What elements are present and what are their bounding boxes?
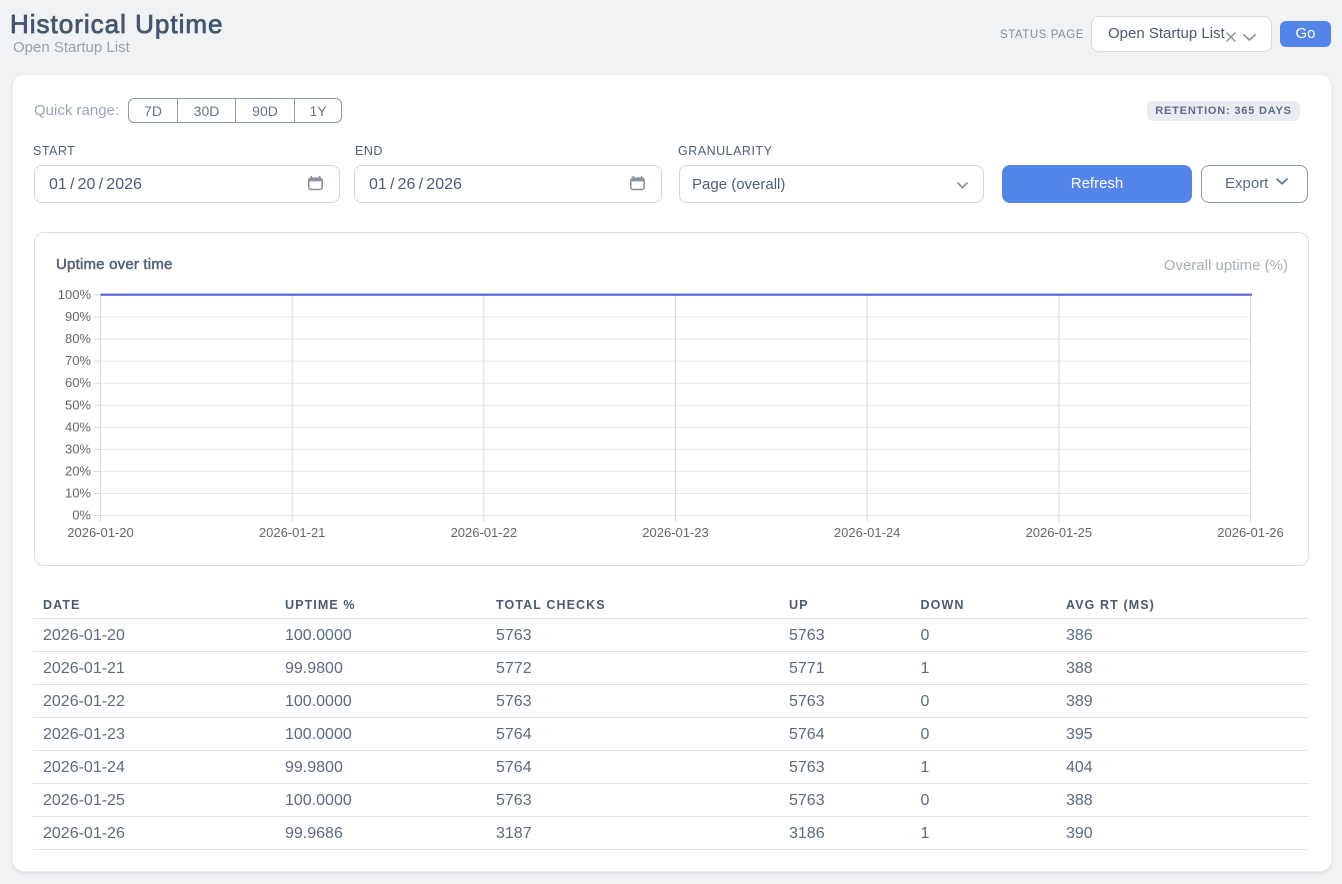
svg-text:70%: 70%: [65, 353, 91, 368]
svg-text:30%: 30%: [65, 441, 91, 456]
svg-text:2026-01-23: 2026-01-23: [642, 525, 709, 540]
svg-text:0%: 0%: [72, 508, 91, 523]
svg-text:2026-01-22: 2026-01-22: [451, 525, 518, 540]
svg-text:2026-01-20: 2026-01-20: [67, 525, 134, 540]
svg-text:2026-01-24: 2026-01-24: [834, 525, 901, 540]
svg-text:2026-01-26: 2026-01-26: [1217, 525, 1284, 540]
svg-text:10%: 10%: [65, 485, 91, 500]
svg-text:90%: 90%: [65, 309, 91, 324]
svg-text:60%: 60%: [65, 375, 91, 390]
svg-text:40%: 40%: [65, 419, 91, 434]
svg-text:20%: 20%: [65, 463, 91, 478]
svg-text:2026-01-21: 2026-01-21: [259, 525, 326, 540]
svg-text:2026-01-25: 2026-01-25: [1026, 525, 1093, 540]
svg-text:80%: 80%: [65, 331, 91, 346]
svg-text:50%: 50%: [65, 397, 91, 412]
svg-text:100%: 100%: [58, 287, 92, 302]
